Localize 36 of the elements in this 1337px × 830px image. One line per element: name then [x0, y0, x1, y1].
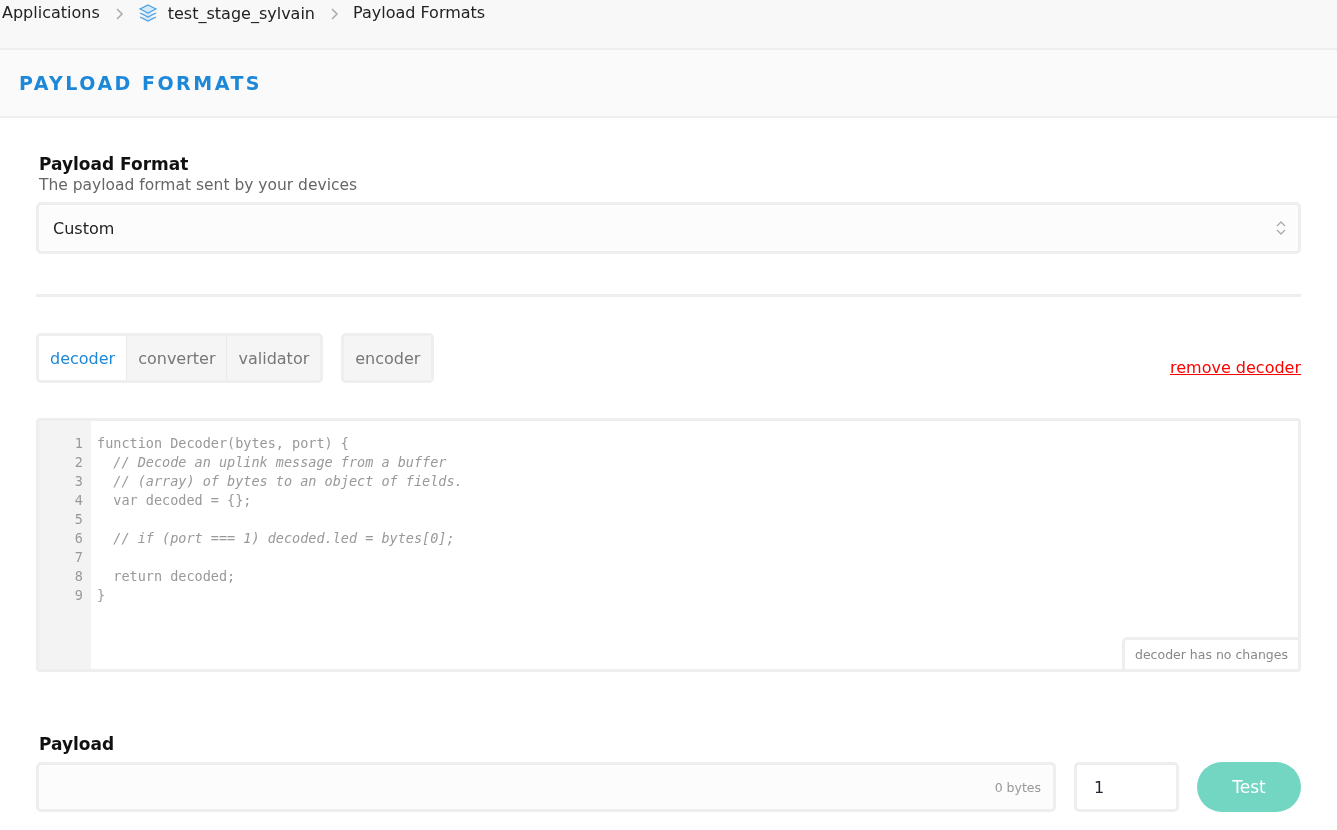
field-label: Payload Format — [38, 154, 190, 174]
line-number: 4 — [73, 491, 84, 510]
line-number: 7 — [73, 548, 84, 567]
payload-input[interactable]: 0 bytes — [36, 762, 1056, 812]
editor-status: decoder has no changes — [1122, 637, 1301, 672]
port-input[interactable]: 1 — [1074, 762, 1179, 812]
page-title: PAYLOAD FORMATS — [19, 72, 263, 94]
breadcrumb-link[interactable]: Payload Formats — [353, 3, 486, 22]
sort-caret-icon — [1276, 220, 1286, 236]
line-number: 3 — [73, 472, 84, 491]
editor-tab[interactable]: converter — [126, 336, 227, 380]
breadcrumb-link[interactable]: test_stage_sylvain — [167, 3, 315, 23]
code-line: // if (port === 1) decoded.led = bytes[0]; — [112, 529, 456, 548]
editor-tab[interactable]: encoder — [344, 336, 432, 380]
line-number: 2 — [73, 453, 84, 472]
chevron-icon — [329, 8, 339, 20]
remove-link[interactable]: remove decoder — [1170, 358, 1301, 377]
chevron-icon — [113, 8, 124, 20]
code-line: // (array) of bytes to an object of fields. — [112, 472, 464, 491]
code-line: } — [97, 586, 107, 605]
code-line: return decoded; — [112, 567, 237, 586]
line-number: 5 — [73, 510, 84, 529]
code-line: // Decode an uplink message from a buffer — [112, 453, 448, 472]
byte-count: 0 bytes — [994, 779, 1041, 795]
code-line: var decoded = {}; — [112, 491, 253, 510]
line-number: 9 — [73, 586, 84, 605]
line-number: 1 — [73, 434, 84, 453]
format-select[interactable]: Custom — [36, 202, 1301, 254]
layers-icon — [137, 3, 158, 23]
breadcrumb-link[interactable]: Applications — [2, 3, 100, 22]
editor-tab[interactable]: validator — [226, 336, 321, 380]
field-label: Payload — [38, 734, 116, 754]
line-number: 6 — [73, 529, 84, 548]
code-line: function Decoder(bytes, port) { — [97, 434, 350, 453]
field-description: The payload format sent by your devices — [38, 176, 359, 194]
line-number: 8 — [73, 567, 84, 586]
